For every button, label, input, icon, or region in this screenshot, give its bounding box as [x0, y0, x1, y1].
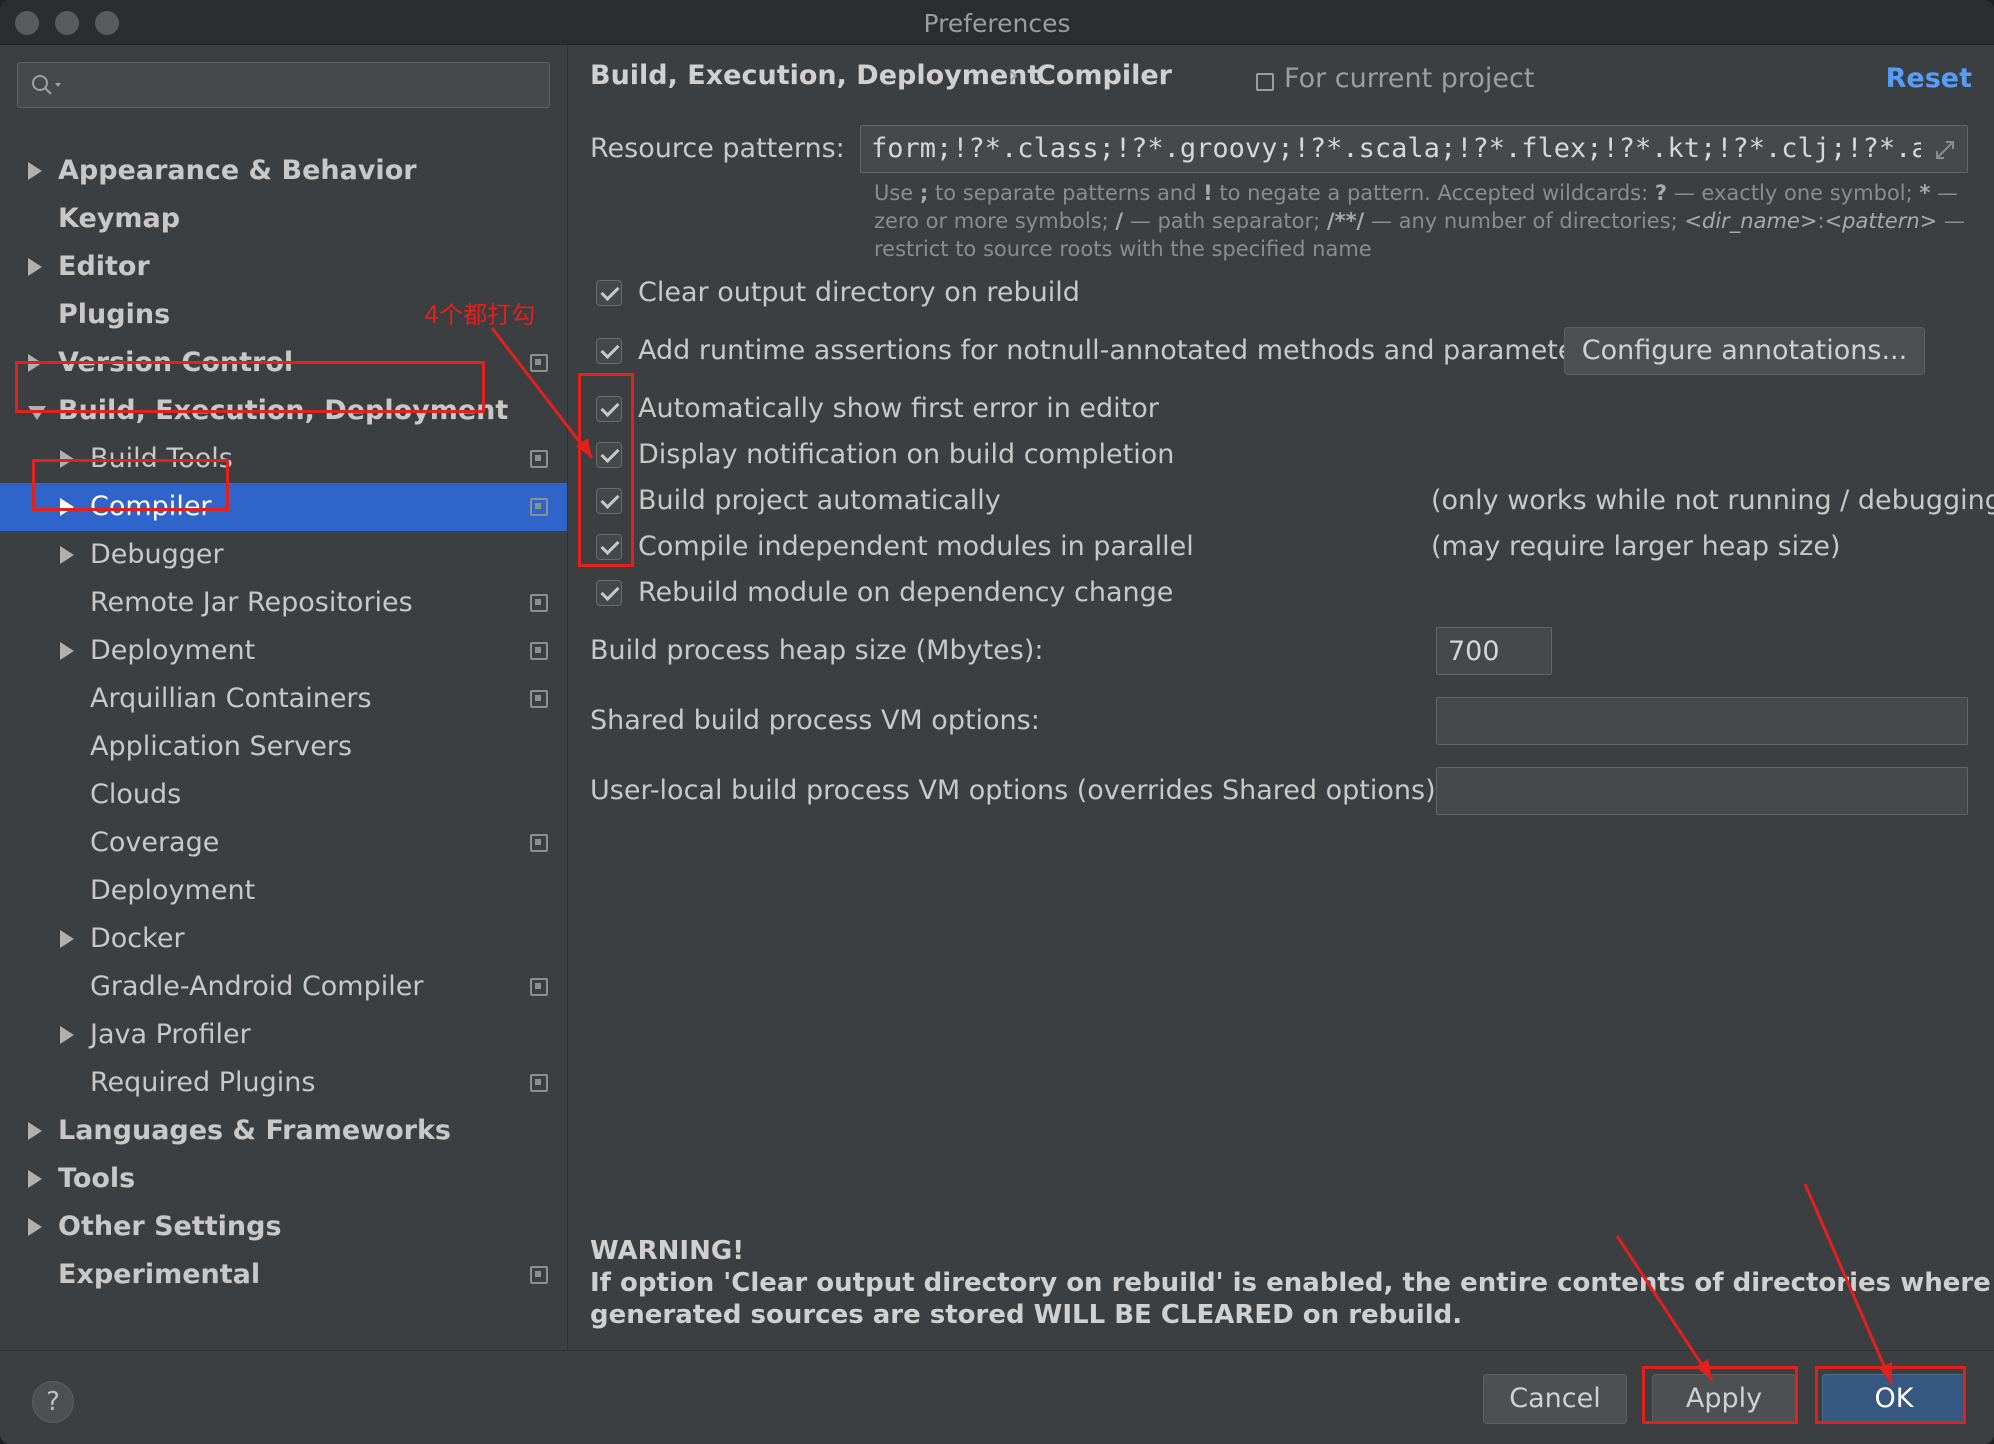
- arrow-head: [1879, 1362, 1892, 1384]
- arrow-to-checkboxes: [490, 327, 594, 459]
- annotation-arrows: [490, 327, 1894, 1385]
- preferences-window: Preferences Appearance & Behavior Keymap E…: [0, 0, 1994, 1444]
- arrow-head: [1696, 1359, 1712, 1380]
- arrow-to-ok: [1803, 1183, 1894, 1385]
- arrow-to-apply: [1615, 1235, 1714, 1381]
